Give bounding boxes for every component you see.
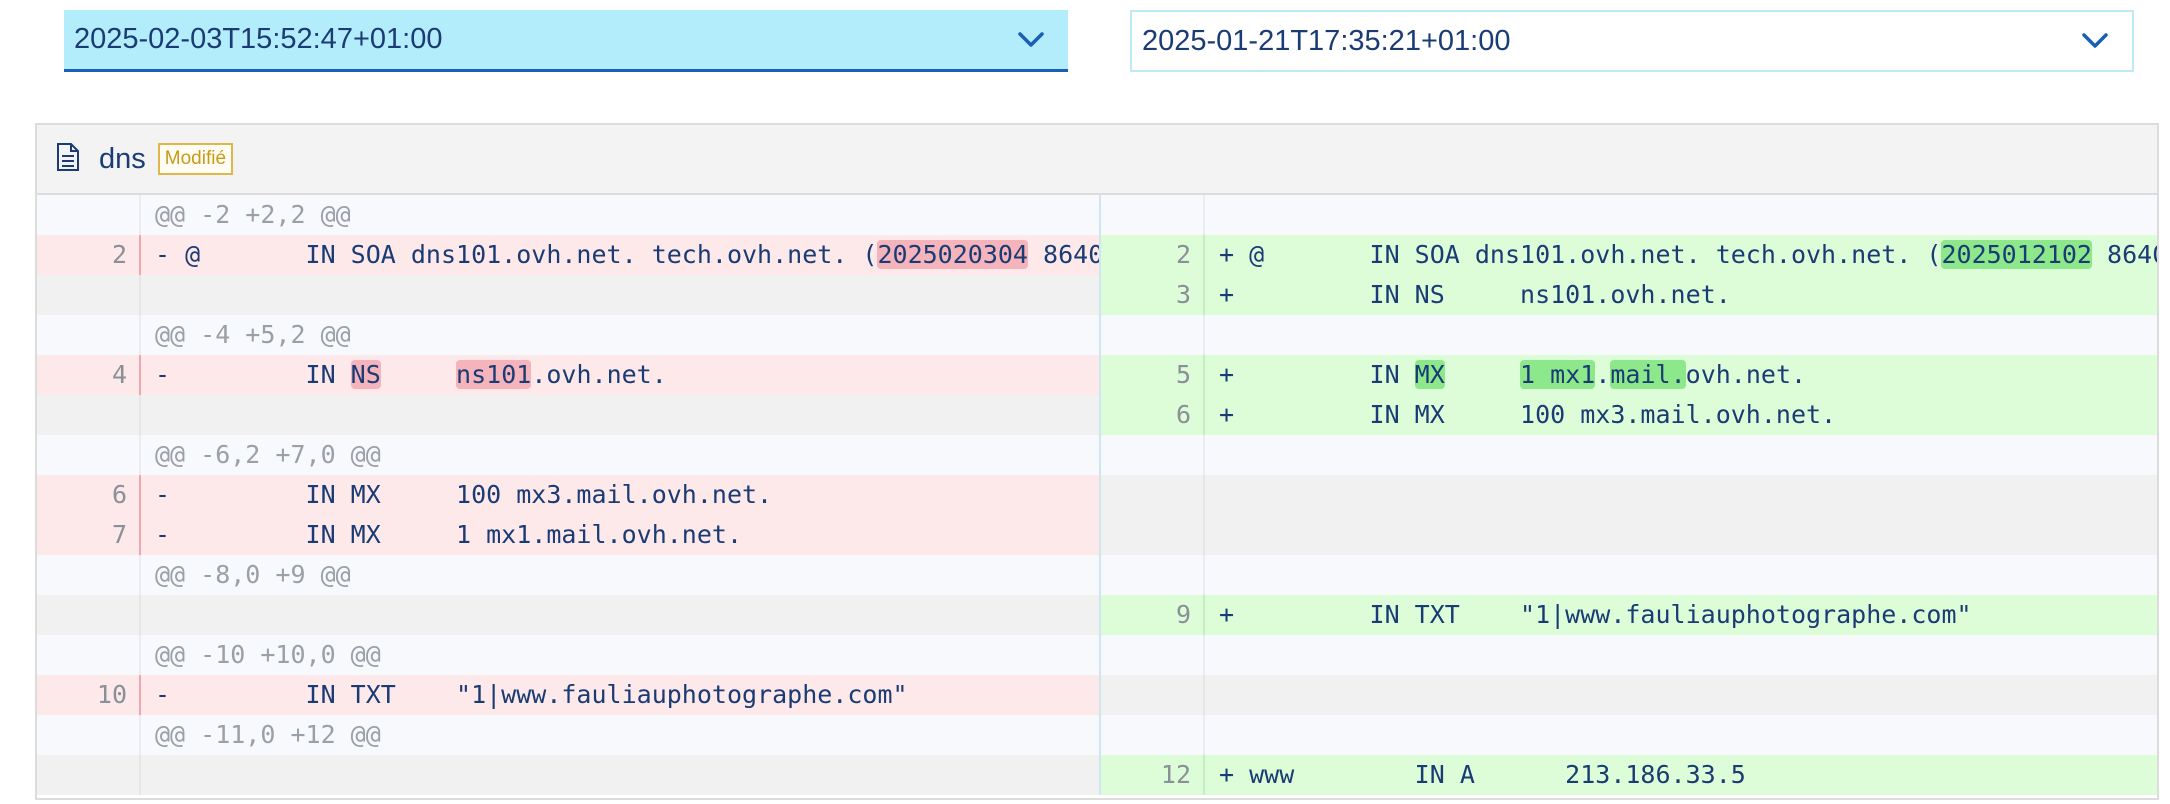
- status-badge: Modifié: [157, 143, 234, 175]
- hunk-header: @@ -10 +10,0 @@: [155, 640, 381, 669]
- deleted-line: 4- IN NS ns101.ovh.net.: [37, 355, 1099, 395]
- empty-line: [1099, 515, 2157, 555]
- line-number: 4: [37, 355, 141, 395]
- empty-line: [37, 395, 1099, 435]
- version-select-right[interactable]: 2025-01-21T17:35:21+01:00: [1130, 10, 2134, 72]
- line-number: 10: [37, 675, 141, 715]
- empty-line: [1099, 475, 2157, 515]
- line-number: 9: [1101, 595, 1205, 635]
- deleted-line: 6- IN MX 100 mx3.mail.ovh.net.: [37, 475, 1099, 515]
- line-number: 6: [37, 475, 141, 515]
- diff-row: 7- IN MX 1 mx1.mail.ovh.net.: [37, 515, 2157, 555]
- added-line: 2 + @ IN SOA dns101.ovh.net. tech.ovh.net…: [1099, 235, 2157, 275]
- added-line: 12 + www IN A 213.186.33.5: [1099, 755, 2157, 795]
- diff-row: 10- IN TXT "1|www.fauliauphotographe.com…: [37, 675, 2157, 715]
- chevron-down-icon[interactable]: [2078, 24, 2112, 58]
- empty-line: [1099, 675, 2157, 715]
- diff-row: 9 + IN TXT "1|www.fauliauphotographe.com": [37, 595, 2157, 635]
- diff-row: 6- IN MX 100 mx3.mail.ovh.net.: [37, 475, 2157, 515]
- deleted-line: 7- IN MX 1 mx1.mail.ovh.net.: [37, 515, 1099, 555]
- hunk-header: @@ -6,2 +7,0 @@: [155, 440, 381, 469]
- empty-line: [37, 275, 1099, 315]
- added-line: 5 + IN MX 1 mx1.mail.ovh.net.: [1099, 355, 2157, 395]
- line-number: 12: [1101, 755, 1205, 795]
- hunk-header-row: @@ -6,2 +7,0 @@: [37, 435, 2157, 475]
- hunk-header-row: @@ -10 +10,0 @@: [37, 635, 2157, 675]
- hunk-header-row: @@ -4 +5,2 @@: [37, 315, 2157, 355]
- line-number: 2: [37, 235, 141, 275]
- version-select-right-value: 2025-01-21T17:35:21+01:00: [1142, 24, 1511, 57]
- added-line: 9 + IN TXT "1|www.fauliauphotographe.com": [1099, 595, 2157, 635]
- line-number: 3: [1101, 275, 1205, 315]
- hunk-header-row: @@ -2 +2,2 @@: [37, 195, 2157, 235]
- empty-line: [37, 755, 1099, 795]
- deleted-line: 2- @ IN SOA dns101.ovh.net. tech.ovh.net…: [37, 235, 1099, 275]
- diff-row: 6 + IN MX 100 mx3.mail.ovh.net.: [37, 395, 2157, 435]
- line-number: 5: [1101, 355, 1205, 395]
- version-select-left-value: 2025-02-03T15:52:47+01:00: [74, 23, 443, 55]
- line-number: 7: [37, 515, 141, 555]
- diff-panel: dns Modifié @@ -2 +2,2 @@ 2- @ IN SOA dn…: [35, 123, 2159, 800]
- hunk-header-row: @@ -11,0 +12 @@: [37, 715, 2157, 755]
- chevron-down-icon[interactable]: [1014, 23, 1048, 57]
- file-name[interactable]: dns: [99, 143, 146, 176]
- diff-row: 2- @ IN SOA dns101.ovh.net. tech.ovh.net…: [37, 235, 2157, 275]
- version-select-left[interactable]: 2025-02-03T15:52:47+01:00: [64, 10, 1068, 72]
- diff-row: 12 + www IN A 213.186.33.5: [37, 755, 2157, 795]
- added-line: 3 + IN NS ns101.ovh.net.: [1099, 275, 2157, 315]
- file-icon: [55, 142, 81, 177]
- empty-line: [37, 595, 1099, 635]
- hunk-header: @@ -11,0 +12 @@: [155, 720, 381, 749]
- hunk-header-row: @@ -8,0 +9 @@: [37, 555, 2157, 595]
- diff-row: 3 + IN NS ns101.ovh.net.: [37, 275, 2157, 315]
- hunk-header: @@ -8,0 +9 @@: [155, 560, 351, 589]
- diff-file-header: dns Modifié: [37, 125, 2157, 195]
- diff-body: @@ -2 +2,2 @@ 2- @ IN SOA dns101.ovh.net…: [37, 195, 2157, 795]
- hunk-header: @@ -4 +5,2 @@: [155, 320, 351, 349]
- line-number: 2: [1101, 235, 1205, 275]
- deleted-line: 10- IN TXT "1|www.fauliauphotographe.com…: [37, 675, 1099, 715]
- added-line: 6 + IN MX 100 mx3.mail.ovh.net.: [1099, 395, 2157, 435]
- diff-row: 4- IN NS ns101.ovh.net. 5 + IN MX 1 mx1.m…: [37, 355, 2157, 395]
- hunk-header: @@ -2 +2,2 @@: [155, 200, 351, 229]
- line-number: 6: [1101, 395, 1205, 435]
